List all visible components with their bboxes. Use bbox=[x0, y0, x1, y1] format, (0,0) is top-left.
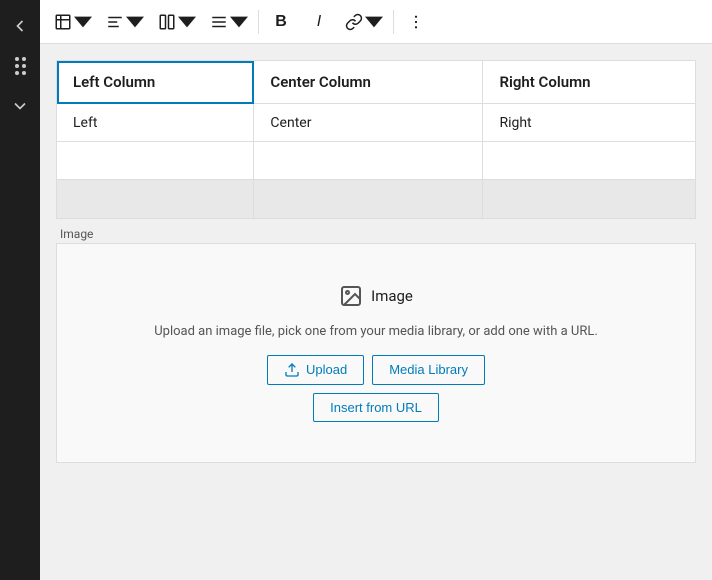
image-block: Image Upload an image file, pick one fro… bbox=[56, 243, 696, 463]
add-block-button[interactable] bbox=[8, 540, 36, 568]
italic-button[interactable]: I bbox=[301, 4, 337, 40]
table-row bbox=[57, 142, 695, 180]
table-cell[interactable] bbox=[57, 180, 254, 218]
columns-button[interactable] bbox=[152, 4, 202, 40]
media-library-button[interactable]: Media Library bbox=[372, 355, 485, 385]
main-content: Left Column Center Column Right Column L… bbox=[40, 44, 712, 580]
upload-button[interactable]: Upload bbox=[267, 355, 364, 385]
image-block-label: Image bbox=[56, 225, 97, 243]
table-cell[interactable] bbox=[57, 142, 254, 180]
image-block-actions: Upload Media Library Insert from URL bbox=[267, 355, 485, 422]
table-cell[interactable] bbox=[483, 142, 695, 180]
image-block-description: Upload an image file, pick one from your… bbox=[154, 324, 598, 339]
table-header-center[interactable]: Center Column bbox=[254, 61, 483, 104]
link-button[interactable] bbox=[339, 4, 389, 40]
text-align-button[interactable] bbox=[204, 4, 254, 40]
image-block-title-row: Image bbox=[339, 284, 413, 308]
table-icon-button[interactable] bbox=[48, 4, 98, 40]
table-cell[interactable]: Left bbox=[57, 104, 254, 142]
insert-from-url-button[interactable]: Insert from URL bbox=[313, 393, 439, 422]
table-cell[interactable]: Center bbox=[254, 104, 483, 142]
chevron-down-button[interactable] bbox=[2, 88, 38, 124]
more-options-button[interactable] bbox=[398, 4, 434, 40]
table-row: Left Center Right bbox=[57, 104, 695, 142]
image-icon bbox=[339, 284, 363, 308]
chevron-left-button[interactable] bbox=[2, 8, 38, 44]
toolbar: B I bbox=[40, 0, 712, 44]
table-cell[interactable] bbox=[254, 142, 483, 180]
table-header-left[interactable]: Left Column bbox=[57, 61, 254, 104]
upload-icon bbox=[284, 362, 300, 378]
table-cell[interactable] bbox=[483, 180, 695, 218]
toolbar-divider-2 bbox=[393, 10, 394, 34]
data-table: Left Column Center Column Right Column L… bbox=[57, 61, 695, 218]
bold-button[interactable]: B bbox=[263, 4, 299, 40]
table-cell[interactable] bbox=[254, 180, 483, 218]
toolbar-divider-1 bbox=[258, 10, 259, 34]
table-header-right[interactable]: Right Column bbox=[483, 61, 695, 104]
table-row-last bbox=[57, 180, 695, 218]
drag-handle-button[interactable] bbox=[2, 48, 38, 84]
align-left-button[interactable] bbox=[100, 4, 150, 40]
sidebar bbox=[0, 0, 40, 580]
table-block: Left Column Center Column Right Column L… bbox=[56, 60, 696, 219]
table-cell[interactable]: Right bbox=[483, 104, 695, 142]
image-block-title-text: Image bbox=[371, 287, 413, 305]
